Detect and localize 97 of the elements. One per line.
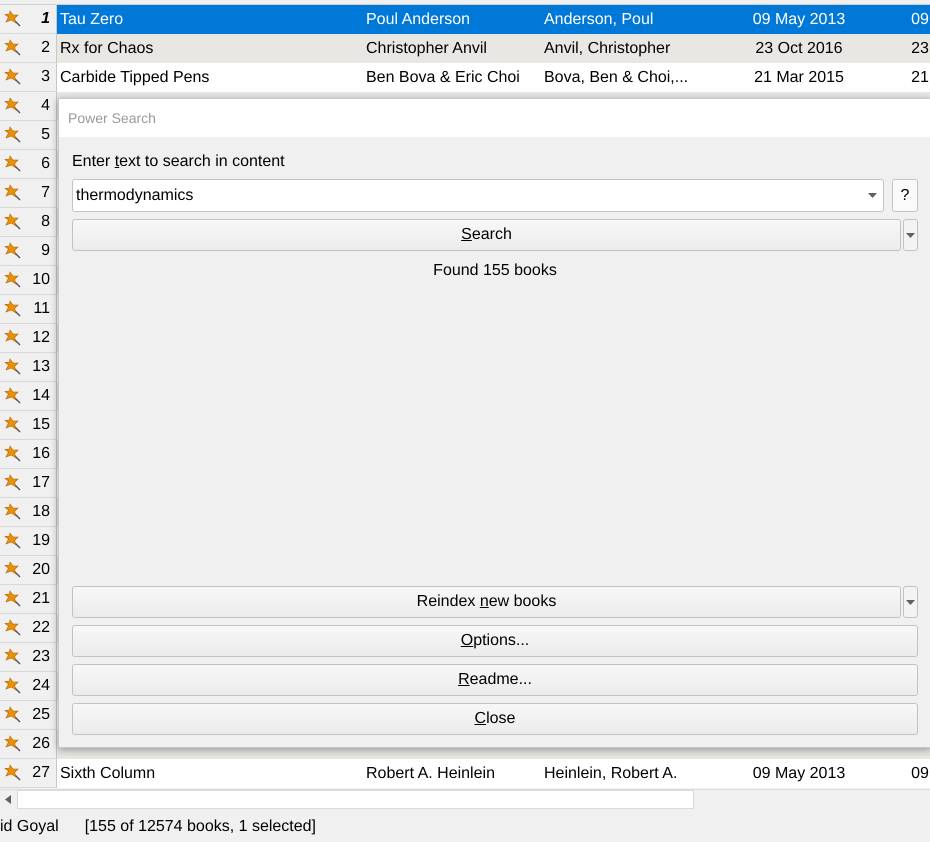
pin-icon: [4, 735, 22, 753]
pin-icon: [4, 329, 22, 347]
row-number: 22: [32, 619, 50, 637]
pin-icon: [4, 416, 22, 434]
search-field[interactable]: thermodynamics: [72, 179, 884, 212]
menu-button[interactable]: [903, 586, 918, 618]
pin-icon: [4, 39, 22, 57]
pin-icon: [4, 213, 22, 231]
row-number: 24: [32, 677, 50, 695]
search-button[interactable]: Search: [72, 219, 901, 251]
table-cell-text: Robert A. Heinlein: [365, 764, 496, 784]
pin-icon: [4, 300, 22, 318]
table-cell-text: 09: [910, 10, 930, 30]
pin-icon: [4, 387, 22, 405]
row-number: 19: [32, 532, 50, 550]
status-text: id Goyal: [0, 818, 59, 836]
row-number: 7: [41, 184, 50, 202]
row-number: 4: [41, 97, 50, 115]
pin-icon: [4, 561, 22, 579]
pin-icon: [4, 677, 22, 695]
table-cell-text: 09: [910, 764, 930, 784]
row-number: 20: [32, 561, 50, 579]
row-number: 27: [32, 764, 50, 782]
table-cell-text: 09 May 2013: [752, 10, 846, 30]
table-cell-text: 23 Oct 2016: [754, 38, 844, 58]
pin-icon: [4, 155, 22, 173]
row-number: 10: [32, 271, 50, 289]
table-cell-text: Tau Zero: [59, 10, 124, 30]
table-cell-text: Carbide Tipped Pens: [59, 68, 210, 88]
table-cell-text: Sixth Column: [59, 764, 156, 784]
row-number: 25: [32, 706, 50, 724]
row-number: 18: [32, 503, 50, 521]
caret-icon: [906, 600, 915, 604]
pin-icon: [4, 474, 22, 492]
dialog-button[interactable]: Reindex new books: [72, 586, 901, 618]
book-count: [155 of 12574 books, 1 selected]: [84, 818, 316, 836]
table-cell-text: Ben Bova & Eric Choi: [365, 68, 521, 88]
table-cell-text: Christopher Anvil: [365, 38, 488, 58]
table-cell-text: 21 Mar 2015: [753, 68, 845, 88]
pin-icon: [4, 532, 22, 550]
caret-icon: [868, 193, 876, 198]
table-cell-text: Rx for Chaos: [59, 38, 154, 58]
dialog-button[interactable]: Options...: [72, 625, 918, 657]
row-number: 23: [32, 648, 50, 666]
row-number: 11: [33, 300, 50, 318]
pin-icon: [4, 358, 22, 376]
table-row[interactable]: 3 Carbide Tipped Pens Ben Bova & Eric Choi Bova, Ben & Choi,... 21 Mar 2015 21: [0, 63, 930, 92]
table-row[interactable]: 2 Rx for Chaos Christopher Anvil Anvil, Christopher 23 Oct 2016 23: [0, 34, 930, 63]
row-number: 12: [32, 329, 50, 347]
pin-icon: [4, 126, 22, 144]
row-number: 21: [32, 590, 50, 608]
dialog-button[interactable]: Close: [72, 703, 918, 735]
row-number: 8: [41, 213, 50, 231]
row-number: 13: [32, 358, 50, 376]
pin-icon: [4, 648, 22, 666]
row-number: 17: [32, 474, 50, 492]
row-number: 3: [41, 68, 50, 86]
pin-icon: [4, 184, 22, 202]
pin-icon: [4, 271, 22, 289]
row-number: 1: [41, 10, 50, 28]
scroll-left-icon[interactable]: [5, 795, 11, 804]
pin-icon: [4, 764, 22, 782]
pin-icon: [4, 445, 22, 463]
pin-icon: [4, 619, 22, 637]
pin-icon: [4, 10, 22, 28]
table-cell-text: Anderson, Poul: [543, 10, 654, 30]
pin-icon: [4, 97, 22, 115]
pin-icon: [4, 590, 22, 608]
help-button[interactable]: ?: [892, 179, 918, 212]
table-cell-text: Heinlein, Robert A.: [543, 764, 678, 784]
row-number: 9: [41, 242, 50, 260]
dialog-title: Power Search: [59, 99, 930, 137]
row-number: 14: [32, 387, 50, 405]
search-prompt: Enter text to search in content: [72, 153, 286, 171]
table-row[interactable]: 1 Tau Zero Poul Anderson Anderson, Poul 09 May 2013 09: [0, 5, 930, 34]
row-number: 16: [32, 445, 50, 463]
row-number: 26: [32, 735, 50, 753]
table-cell-text: Poul Anderson: [365, 10, 472, 30]
row-number: 6: [41, 155, 50, 173]
table-row[interactable]: 27 Sixth Column Robert A. Heinlein Heinlein, Robert A. 09 May 2013 09: [0, 759, 930, 788]
pin-icon: [4, 503, 22, 521]
pin-icon: [4, 68, 22, 86]
table-cell-text: Bova, Ben & Choi,...: [543, 68, 690, 88]
table-cell-text: 09 May 2013: [752, 764, 846, 784]
row-number: 15: [32, 416, 50, 434]
table-cell-text: Anvil, Christopher: [543, 38, 672, 58]
search-menu-button[interactable]: [903, 219, 918, 251]
horizontal-scrollbar[interactable]: [0, 789, 930, 809]
scrollbar-thumb[interactable]: [17, 790, 694, 809]
row-number: 5: [41, 126, 50, 144]
result-text: Found 155 books: [433, 262, 557, 280]
pin-icon: [4, 242, 22, 260]
dialog-button[interactable]: Readme...: [72, 664, 918, 696]
table-cell-text: 21: [910, 68, 930, 88]
row-number: 2: [41, 39, 50, 57]
table-cell-text: 23: [910, 38, 930, 58]
pin-icon: [4, 706, 22, 724]
